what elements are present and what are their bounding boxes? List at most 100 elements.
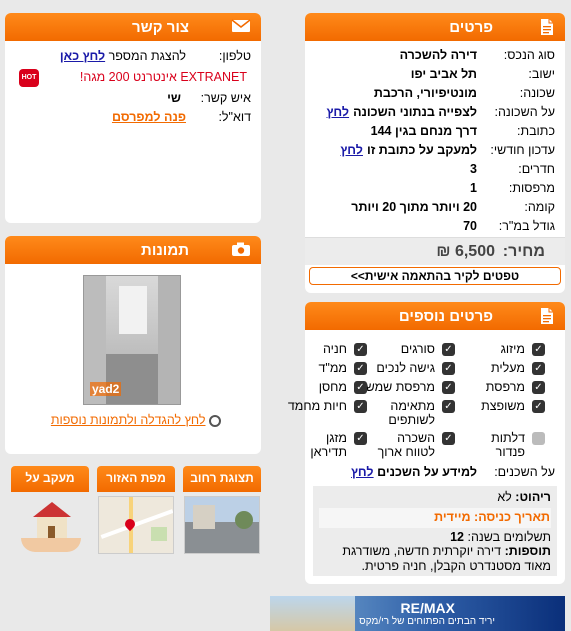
entry-label: תאריך כניסה: <box>474 510 550 524</box>
contact-person-row: איש קשר: שי <box>5 89 261 108</box>
feature-label: חיות מחמד <box>287 399 347 413</box>
feature-label: השכרה לטווח ארוך <box>377 431 435 459</box>
checked-checkbox-icon: ✓ <box>532 343 545 356</box>
detail-label: ישוב: <box>528 67 555 81</box>
checked-checkbox-icon: ✓ <box>532 381 545 394</box>
detail-row: על השכונה: לצפייה בנתוני השכונה לחץ <box>305 103 565 122</box>
banner-photo <box>270 596 355 631</box>
details-title: פרטים <box>449 18 493 36</box>
detail-value: 1 <box>470 181 477 195</box>
price-label: מחיר: <box>502 243 545 260</box>
show-phone-link[interactable]: לחץ כאן <box>60 49 105 63</box>
street-view-label[interactable]: תצוגת רחוב <box>183 466 261 492</box>
checked-checkbox-icon: ✓ <box>442 343 455 356</box>
checked-checkbox-icon: ✓ <box>442 400 455 413</box>
zoom-icon <box>209 414 221 427</box>
feature-label: משופצת <box>481 399 525 413</box>
email-link[interactable]: פנה למפרסם <box>112 108 186 127</box>
entry-value: מיידית <box>434 510 471 524</box>
detail-row: מרפסות: 1 <box>305 179 565 198</box>
area-map-tile[interactable]: מפת האזור <box>95 466 175 562</box>
checked-checkbox-icon: ✓ <box>532 362 545 375</box>
detail-value: תל אביב יפו <box>410 67 477 81</box>
promo-row[interactable]: EXTRANET אינטרנט 200 מגה! HOT <box>5 68 261 87</box>
neighbors-link[interactable]: לחץ <box>351 465 374 479</box>
feature-label: גישה לנכים <box>376 361 435 375</box>
feature-item: ✓ דלתות פנדור <box>460 431 545 461</box>
detail-label: על השכונה: <box>494 105 556 119</box>
feature-item: ✓ חיות מחמד <box>282 399 367 429</box>
price-value: 6,500 ₪ <box>436 243 495 260</box>
street-view-image[interactable] <box>184 496 260 554</box>
feature-label: מרפסת שמש <box>365 380 435 394</box>
photos-panel: תמונות yad2 לחץ להגדלה ולתמונות נוספות <box>5 236 261 454</box>
promo-text[interactable]: EXTRANET אינטרנט 200 מגה! <box>80 68 247 87</box>
envelope-icon <box>231 18 251 36</box>
detail-row: גודל במ"ר: 70 <box>305 217 565 236</box>
street-view-tile[interactable]: תצוגת רחוב <box>181 466 261 562</box>
remax-logo: RE/MAX <box>400 600 455 616</box>
feature-label: מתאימה לשותפים <box>388 399 435 427</box>
home-tracking-label[interactable]: מעקב על הבית <box>11 466 89 492</box>
document-icon <box>537 18 555 36</box>
feature-label: מעלית <box>491 361 525 375</box>
neighbors-row: על השכנים: למידע על השכנים לחץ <box>351 465 555 479</box>
phone-row: טלפון: להצגת המספר לחץ כאן <box>59 49 251 63</box>
details-panel: פרטים סוג הנכס: דירה להשכרה ישוב: תל אביב י… <box>305 13 565 293</box>
checked-checkbox-icon: ✓ <box>354 381 367 394</box>
photos-header: תמונות <box>5 236 261 264</box>
feature-item: ✓ השכרה לטווח ארוך <box>370 431 455 461</box>
checked-checkbox-icon: ✓ <box>354 400 367 413</box>
checked-checkbox-icon: ✓ <box>354 362 367 375</box>
extra-details-header: פרטים נוספים <box>305 302 565 330</box>
detail-label: גודל במ"ר: <box>498 219 555 233</box>
detail-label: סוג הנכס: <box>503 48 555 62</box>
checked-checkbox-icon: ✓ <box>354 343 367 356</box>
contact-title: צור קשר <box>132 18 189 36</box>
payments-value: 12 <box>450 530 464 544</box>
banner-tagline: יריד הבתים הפתוחים של רי/מקס <box>359 616 495 627</box>
yad2-watermark: yad2 <box>90 382 122 396</box>
detail-link[interactable]: לחץ <box>327 103 350 122</box>
detail-row: שכונה: מונטיפיורי, הרכבת <box>305 84 565 103</box>
feature-label: סורגים <box>400 342 435 356</box>
detail-label: עדכון חודשי: <box>490 143 555 157</box>
feature-item: ✓ מזגן תדיראן <box>282 431 367 461</box>
detail-row: כתובת: דרך מנחם בגין 144 <box>305 122 565 141</box>
hot-logo-icon: HOT <box>19 69 39 87</box>
detail-value: 70 <box>463 219 477 233</box>
checked-checkbox-icon: ✓ <box>442 432 455 445</box>
detail-link[interactable]: לחץ <box>340 141 363 160</box>
checked-checkbox-icon: ✓ <box>442 381 455 394</box>
additions-label: תוספות: <box>504 544 551 558</box>
feature-item: ✓ מתאימה לשותפים <box>370 399 455 429</box>
feature-label: חניה <box>322 342 347 356</box>
house-in-hand-image[interactable] <box>15 500 85 556</box>
home-tracking-tile[interactable]: מעקב על הבית <box>9 466 89 562</box>
details-header: פרטים <box>305 13 565 41</box>
enlarge-photos-link[interactable]: לחץ להגדלה ולתמונות נוספות <box>51 413 206 427</box>
area-map-image[interactable] <box>98 496 174 554</box>
detail-value: דירה להשכרה <box>399 48 477 62</box>
extra-details-title: פרטים נוספים <box>398 307 493 325</box>
detail-label: חדרים: <box>518 162 555 176</box>
detail-label: קומה: <box>524 200 555 214</box>
apartment-photo[interactable]: yad2 <box>83 275 181 405</box>
enlarge-row[interactable]: לחץ להגדלה ולתמונות נוספות <box>51 413 221 427</box>
feature-label: מזגן תדיראן <box>310 431 347 459</box>
detail-value: לצפייה בנתוני השכונה <box>353 105 477 119</box>
price-bar: מחיר: 6,500 ₪ <box>305 237 565 265</box>
area-map-label[interactable]: מפת האזור <box>97 466 175 492</box>
feature-item: ✓ משופצת <box>460 399 545 429</box>
detail-row: ישוב: תל אביב יפו <box>305 65 565 84</box>
neighbors-text: למידע על השכנים <box>377 465 477 479</box>
camera-icon <box>232 241 251 259</box>
extra-details-panel: פרטים נוספים ✓ מיזוג ✓ סורגים ✓ חניה ✓ מעלית ✓ גי… <box>288 302 565 584</box>
detail-label: מרפסות: <box>508 181 555 195</box>
contact-header: צור קשר <box>5 13 261 41</box>
payments-label: תשלומים בשנה: <box>467 530 551 544</box>
wallpaper-button[interactable]: טפטים לקיר בהתאמה אישית>> <box>309 267 561 285</box>
contact-person-value: שי <box>167 91 181 105</box>
detail-value: 20 ויותר מתוך 20 ויותר <box>351 200 477 214</box>
remax-banner[interactable]: RE/MAX יריד הבתים הפתוחים של רי/מקס <box>270 596 565 631</box>
